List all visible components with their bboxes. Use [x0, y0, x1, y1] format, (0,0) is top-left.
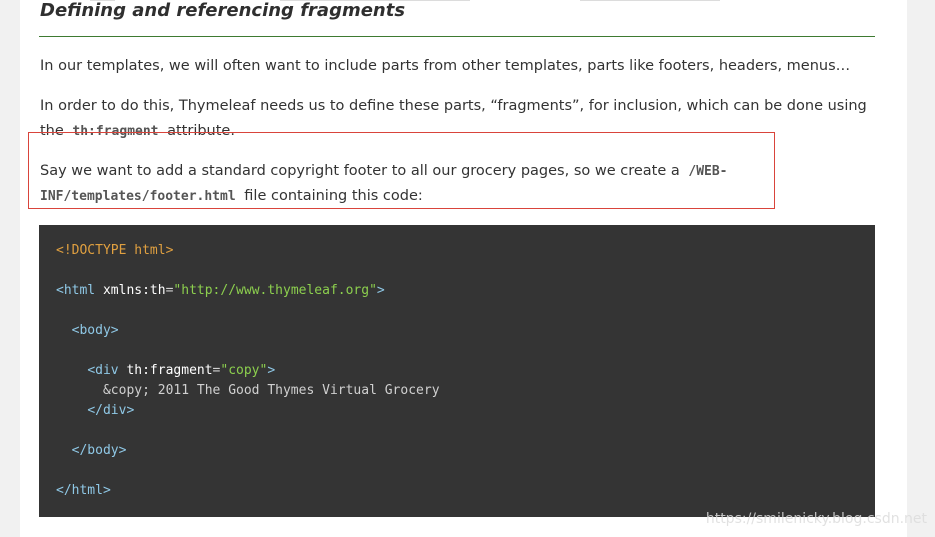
heading-underline — [39, 36, 875, 37]
code-html-value: "http://www.thymeleaf.org" — [173, 283, 377, 298]
code-doctype: <!DOCTYPE html> — [56, 243, 174, 258]
code-bracket: > — [267, 363, 276, 378]
section-heading: Defining and referencing fragments — [40, 0, 406, 21]
paragraph-intro: In our templates, we will often want to … — [40, 58, 851, 74]
code-content-text: &copy; 2011 The Good Thymes Virtual Groc… — [102, 383, 440, 398]
code-bracket: > — [376, 283, 385, 298]
code-html-close: </html> — [56, 483, 111, 498]
code-html-attr: xmlns:th — [102, 283, 166, 298]
red-highlight-box — [28, 132, 775, 209]
code-body-close: </body> — [71, 443, 127, 458]
top-divider — [580, 0, 720, 1]
watermark-text: https://smilenicky.blog.csdn.net — [705, 511, 927, 527]
code-block[interactable]: <!DOCTYPE html> <html xmlns:th="http://w… — [39, 225, 875, 517]
code-html-open: <html — [56, 283, 96, 298]
code-div-open: <div — [87, 363, 119, 378]
code-div-value: "copy" — [220, 363, 268, 378]
code-div-close: </div> — [87, 403, 135, 418]
code-div-attr: th:fragment — [126, 363, 213, 378]
code-listing: <!DOCTYPE html> <html xmlns:th="http://w… — [56, 241, 440, 501]
code-body-open: <body> — [71, 323, 119, 338]
